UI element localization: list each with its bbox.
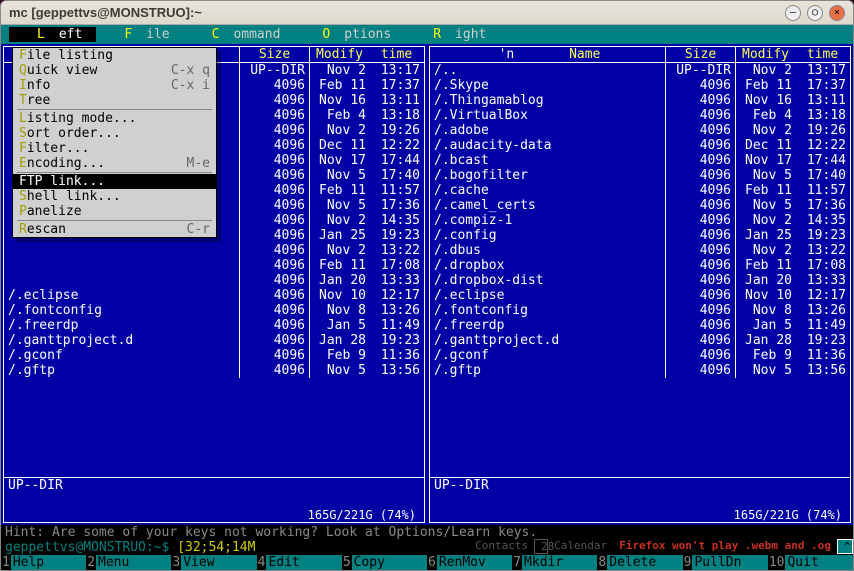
menu-item-tree[interactable]: Tree [13,93,216,108]
fkey-copy[interactable]: 5Copy [342,555,427,570]
file-row[interactable]: /..UP--DIRNov 213:17 [430,63,850,78]
file-row[interactable]: 4096Feb 1117:08 [4,258,424,273]
file-row[interactable]: /.config4096Jan 2519:23 [430,228,850,243]
left-footer: UP--DIR [4,477,424,509]
file-row[interactable]: /.eclipse4096Nov 1012:17 [430,288,850,303]
terminal-area: LeftFileCommandOptionsRight .n Size Modi… [1,25,853,570]
left-status: 165G/221G (74%) [4,508,424,522]
file-row[interactable]: /.Thingamablog4096Nov 1613:11 [430,93,850,108]
fkey-quit[interactable]: 10Quit [768,555,853,570]
file-row[interactable]: /.ganttproject.d4096Jan 2819:23 [4,333,424,348]
col-size[interactable]: Size [239,47,309,62]
col-name[interactable]: 'n Name [430,47,665,62]
file-row[interactable]: /.freerdp4096Jan 511:49 [4,318,424,333]
file-row[interactable]: /.eclipse4096Nov 1012:17 [4,288,424,303]
menu-item-rescan[interactable]: RescanC-r [13,222,216,237]
calendar-icon: 28 [534,539,548,554]
minimize-button[interactable]: – [785,5,801,21]
close-button[interactable]: × [829,5,845,21]
app-window: mc [geppettvs@MONSTRUO]:~ – ○ × LeftFile… [0,0,854,571]
file-row[interactable]: /.bogofilter4096Nov 517:40 [430,168,850,183]
file-row[interactable]: /.camel_certs4096Nov 517:36 [430,198,850,213]
file-row[interactable]: /.adobe4096Nov 219:26 [430,123,850,138]
file-row[interactable]: /.compiz-14096Nov 214:35 [430,213,850,228]
fkey-mkdir[interactable]: 7Mkdir [512,555,597,570]
menu-item-panelize[interactable]: Panelize [13,204,216,219]
right-file-list[interactable]: /..UP--DIRNov 213:17/.Skype4096Feb 1117:… [430,63,850,477]
menu-file[interactable]: File [96,27,183,42]
right-col-headers: 'n Name Size Modify time [430,47,850,63]
taskbar-firefox: Firefox won't play .webm and .og [613,539,837,554]
scroll-up-icon[interactable]: ^ [837,539,853,554]
panels-container: .n Size Modify time UP--DIRNov 213:17409… [1,44,853,525]
menu-item-sort-order-[interactable]: Sort order... [13,126,216,141]
taskbar-contacts: Contacts [469,539,534,554]
fkey-pulldn[interactable]: 9PullDn [683,555,768,570]
menu-item-encoding-[interactable]: Encoding...M-e [13,156,216,171]
file-row[interactable]: /.dbus4096Nov 213:22 [430,243,850,258]
fkey-view[interactable]: 3View [171,555,256,570]
menu-item-file-listing[interactable]: File listing [13,48,216,63]
fkey-renmov[interactable]: 6RenMov [427,555,512,570]
hint-line: Hint: Are some of your keys not working?… [1,525,853,540]
menu-item-quick-view[interactable]: Quick viewC-x q [13,63,216,78]
left-menu-dropdown[interactable]: File listingQuick viewC-x qInfoC-x iTree… [12,47,217,238]
menu-item-info[interactable]: InfoC-x i [13,78,216,93]
file-row[interactable]: /.ganttproject.d4096Jan 2819:23 [430,333,850,348]
titlebar[interactable]: mc [geppettvs@MONSTRUO]:~ – ○ × [1,1,853,25]
background-taskbar: Contacts 28 Calendar Firefox won't play … [1,539,853,554]
col-modify[interactable]: Modify [309,47,369,62]
menu-item-shell-link-[interactable]: Shell link... [13,189,216,204]
file-row[interactable]: 4096Nov 213:22 [4,243,424,258]
fkey-menu[interactable]: 2Menu [86,555,171,570]
file-row[interactable]: /.gftp4096Nov 513:56 [430,363,850,378]
fkey-delete[interactable]: 8Delete [597,555,682,570]
file-row[interactable]: /.fontconfig4096Nov 813:26 [4,303,424,318]
menu-separator [17,109,212,110]
fkey-edit[interactable]: 4Edit [257,555,342,570]
file-row[interactable]: /.gconf4096Feb 911:36 [4,348,424,363]
file-row[interactable]: /.dropbox4096Feb 1117:08 [430,258,850,273]
file-row[interactable]: /.freerdp4096Jan 511:49 [430,318,850,333]
window-title: mc [geppettvs@MONSTRUO]:~ [9,5,785,20]
left-panel[interactable]: .n Size Modify time UP--DIRNov 213:17409… [3,46,425,523]
file-row[interactable]: /.VirtualBox4096Feb 413:18 [430,108,850,123]
file-row[interactable]: /.dropbox-dist4096Jan 2013:33 [430,273,850,288]
menu-separator [17,172,212,173]
maximize-button[interactable]: ○ [807,5,823,21]
right-panel[interactable]: 'n Name Size Modify time /..UP--DIRNov 2… [429,46,851,523]
file-row[interactable]: /.bcast4096Nov 1717:44 [430,153,850,168]
right-status: 165G/221G (74%) [430,508,850,522]
menu-right[interactable]: Right [405,27,500,42]
menu-command[interactable]: Command [184,27,295,42]
file-row[interactable]: /.fontconfig4096Nov 813:26 [430,303,850,318]
right-footer: UP--DIR [430,477,850,509]
file-row[interactable]: /.Skype4096Feb 1117:37 [430,78,850,93]
file-row[interactable]: /.audacity-data4096Dec 1112:22 [430,138,850,153]
menu-separator [17,220,212,221]
col-time[interactable]: time [369,47,424,62]
menu-left[interactable]: Left [9,27,96,42]
menubar: LeftFileCommandOptionsRight [1,25,853,44]
taskbar-calendar: Calendar [548,539,613,554]
menu-item-ftp-link-[interactable]: FTP link... [13,174,216,189]
file-row[interactable]: /.gconf4096Feb 911:36 [430,348,850,363]
function-key-bar: 1Help2Menu3View4Edit5Copy6RenMov7Mkdir8D… [1,555,853,570]
col-time[interactable]: time [795,47,850,62]
col-size[interactable]: Size [665,47,735,62]
file-row[interactable]: 4096Jan 2013:33 [4,273,424,288]
menu-item-filter-[interactable]: Filter... [13,141,216,156]
menu-item-listing-mode-[interactable]: Listing mode... [13,111,216,126]
col-modify[interactable]: Modify [735,47,795,62]
file-row[interactable]: /.gftp4096Nov 513:56 [4,363,424,378]
fkey-help[interactable]: 1Help [1,555,86,570]
menu-options[interactable]: Options [294,27,405,42]
file-row[interactable]: /.cache4096Feb 1111:57 [430,183,850,198]
